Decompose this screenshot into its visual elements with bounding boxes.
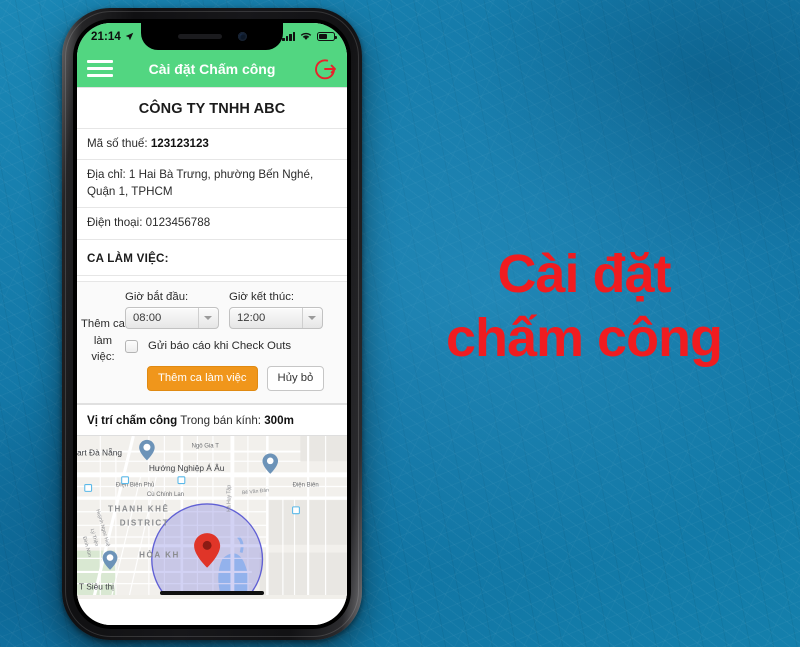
end-time-select[interactable]: 12:00 [229, 306, 323, 329]
map-canvas: THANH KHÊ DISTRICT HÒA KH Hướng Nghiệp Á… [77, 436, 347, 596]
wifi-icon [300, 32, 312, 40]
phone-value: 0123456788 [145, 216, 211, 230]
time-range-row: Giờ bắt đầu: 08:00 Giờ kết thúc: 12:00 [125, 291, 339, 329]
app-bar: Cài đặt Chấm công [77, 50, 347, 87]
chevron-down-icon [204, 315, 212, 320]
settings-scroll-area[interactable]: CÔNG TY TNHH ABC Mã số thuế: 123123123 Đ… [77, 87, 347, 625]
map-street-label: Hà Huy Tập [226, 485, 232, 512]
map-place-label-3: T Siêu thị [79, 582, 114, 592]
page-background: Cài đặt chấm công 21:14 Cài đặt Chấm côn… [0, 0, 800, 647]
table-row: Mã số thuế: 123123123 [77, 128, 347, 159]
location-title: Vị trí chấm công [87, 414, 178, 428]
checkout-report-checkbox[interactable] [125, 339, 138, 353]
map-street-label: Điện Biên [293, 483, 319, 489]
radius-label: Trong bán kính: [180, 414, 261, 428]
start-time-group: Giờ bắt đầu: 08:00 [125, 291, 219, 329]
phone-mockup: 21:14 Cài đặt Chấm công CÔNG TY TNHH ABC… [62, 8, 362, 640]
location-section-header: Vị trí chấm công Trong bán kính: 300m [77, 404, 347, 435]
phone-notch [141, 23, 283, 50]
promo-headline-line-2: chấm công [445, 307, 723, 368]
app-bar-title: Cài đặt Chấm công [148, 60, 276, 77]
cancel-button[interactable]: Hủy bỏ [266, 365, 325, 392]
add-shift-fields: Giờ bắt đầu: 08:00 Giờ kết thúc: 12:00 G… [125, 291, 339, 392]
map-ward-label: HÒA KH [139, 551, 180, 560]
map-street-label: Cù Chính Lan [147, 492, 184, 498]
select-separator [198, 307, 199, 328]
start-time-label: Giờ bắt đầu: [125, 290, 189, 303]
status-bar-indicators [282, 32, 337, 41]
add-shift-button[interactable]: Thêm ca làm việc [147, 365, 258, 392]
phone-screen: 21:14 Cài đặt Chấm công CÔNG TY TNHH ABC… [77, 23, 347, 625]
hamburger-menu-icon[interactable] [87, 60, 113, 77]
location-map[interactable]: THANH KHÊ DISTRICT HÒA KH Hướng Nghiệp Á… [77, 435, 347, 600]
start-time-select[interactable]: 08:00 [125, 306, 219, 329]
phone-bezel: 21:14 Cài đặt Chấm công CÔNG TY TNHH ABC… [73, 19, 351, 629]
home-indicator [160, 591, 264, 596]
status-bar-clock-group: 21:14 [91, 31, 134, 43]
location-arrow-icon [125, 32, 134, 41]
map-street-label: Ngô Gia T [192, 444, 220, 450]
table-row: Điện thoại: 0123456788 [77, 207, 347, 238]
phone-label: Điện thoại: [87, 216, 143, 230]
add-shift-form: Thêm ca làm việc: Giờ bắt đầu: 08:00 Giờ… [77, 281, 347, 405]
logout-icon[interactable] [313, 57, 337, 81]
start-time-value: 08:00 [133, 311, 162, 324]
select-separator [302, 307, 303, 328]
earpiece-speaker [177, 34, 222, 39]
battery-icon [317, 32, 337, 41]
tax-code-label: Mã số thuế: [87, 137, 148, 150]
tax-code-value: 123123123 [150, 137, 209, 150]
cellular-signal-icon [282, 32, 295, 41]
status-bar-time: 21:14 [91, 30, 121, 43]
company-name: CÔNG TY TNHH ABC [138, 101, 286, 117]
promo-headline-line-1: Cài đặt [497, 244, 671, 304]
promo-headline: Cài đặt chấm công [400, 243, 768, 370]
checkout-report-label: Gửi báo cáo khi Check Outs [148, 340, 292, 353]
chevron-down-icon [308, 315, 316, 320]
map-district-label-2: DISTRICT [120, 518, 170, 527]
end-time-value: 12:00 [237, 311, 266, 324]
table-row: Địa chỉ: 1 Hai Bà Trưng, phường Bến Nghé… [77, 159, 347, 207]
end-time-label: Giờ kết thúc: [229, 290, 295, 303]
shift-section-title: CA LÀM VIỆC: [77, 238, 347, 275]
end-time-group: Giờ kết thúc: 12:00 [229, 291, 323, 329]
radius-value: 300m [264, 414, 294, 428]
form-actions: Thêm ca làm việc Hủy bỏ [147, 365, 339, 392]
front-camera [237, 32, 247, 41]
add-shift-row-label: Thêm ca làm việc: [81, 318, 125, 364]
map-district-label: THANH KHÊ [108, 505, 169, 514]
map-place-label-1: Hướng Nghiệp Á Âu [149, 463, 225, 473]
checkout-report-row: Gửi báo cáo khi Check Outs [125, 339, 339, 353]
address-label: Địa chỉ: [87, 168, 126, 182]
shift-section-spacer [77, 274, 347, 282]
map-place-label-2: art Đà Nẵng [77, 448, 122, 458]
